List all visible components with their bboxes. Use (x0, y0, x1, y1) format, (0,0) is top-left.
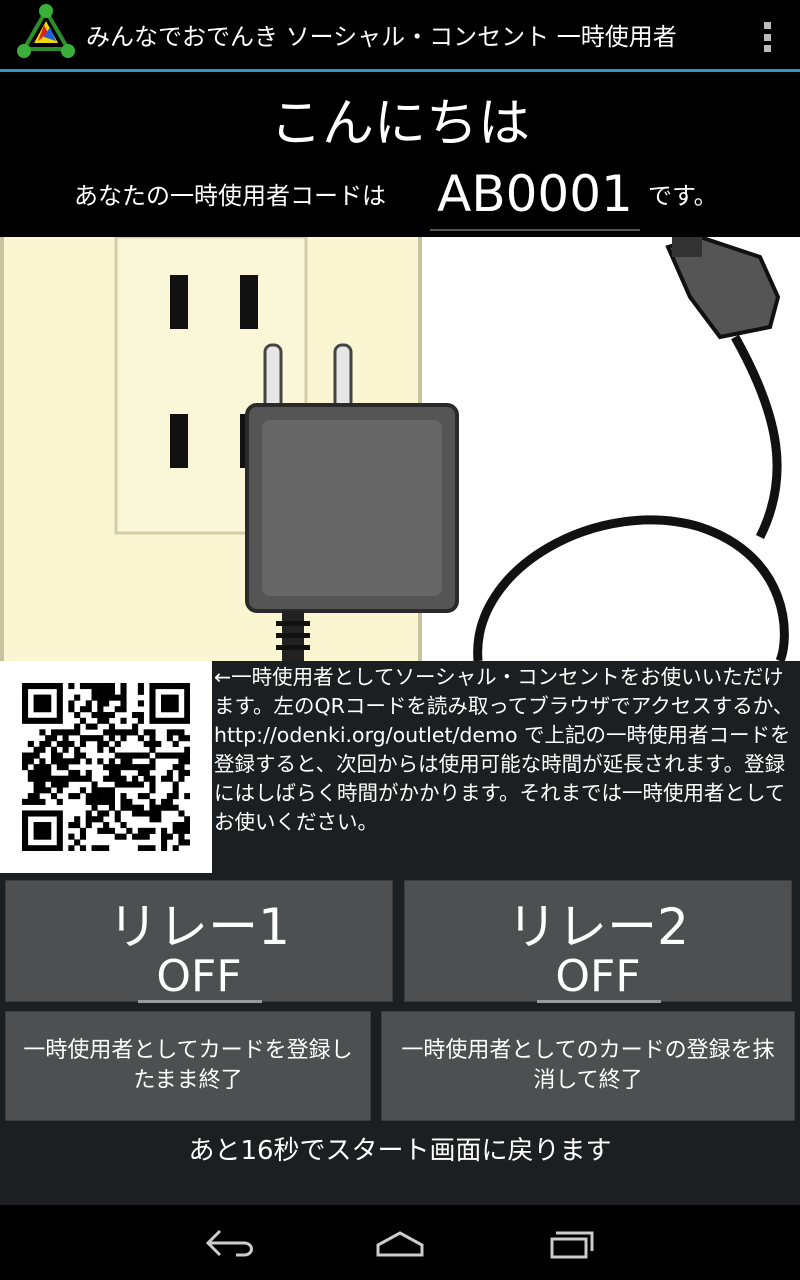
countdown-message: あと16秒でスタート画面に戻ります (188, 1136, 612, 1166)
navigation-bar (0, 1205, 800, 1280)
greeting-title: こんにちは (269, 94, 530, 154)
control-panel: リレー1 OFF リレー2 OFF 一時使用者としてカードを登録したまま終了 一… (0, 877, 800, 1205)
relay2-state: OFF (555, 951, 641, 1002)
relay2-toggle-button[interactable]: リレー2 OFF (404, 880, 792, 1003)
action-bar: みんなでおでんき ソーシャル・コンセント 一時使用者 (0, 0, 800, 72)
temporary-user-code: AB0001 (430, 161, 640, 231)
code-suffix-label: です。 (648, 182, 718, 210)
info-panel: ←一時使用者としてソーシャル・コンセントをお使いいただけます。左のQRコードを読… (0, 661, 800, 877)
code-prefix-label: あなたの一時使用者コードは (74, 182, 386, 210)
greeting-panel: こんにちは あなたの一時使用者コードは AB0001 です。 (0, 75, 800, 237)
overflow-menu-icon[interactable] (762, 22, 772, 52)
relay1-state-indicator (138, 1000, 262, 1003)
qr-code[interactable] (0, 661, 212, 873)
app-title: みんなでおでんき ソーシャル・コンセント 一時使用者 (86, 23, 677, 51)
home-icon[interactable] (370, 1223, 430, 1263)
relay2-label: リレー2 (507, 898, 689, 956)
registration-info-text: ←一時使用者としてソーシャル・コンセントをお使いいただけます。左のQRコードを読… (214, 665, 794, 834)
relay1-label: リレー1 (108, 898, 290, 956)
relay1-toggle-button[interactable]: リレー1 OFF (5, 880, 393, 1003)
odenki-logo-icon[interactable] (14, 3, 78, 67)
exit-keep-registration-button[interactable]: 一時使用者としてカードを登録したまま終了 (5, 1011, 371, 1121)
relay2-state-indicator (537, 1000, 661, 1003)
relay1-state: OFF (156, 951, 242, 1002)
exit-erase-registration-button[interactable]: 一時使用者としてのカードの登録を抹消して終了 (381, 1011, 795, 1121)
recents-icon[interactable] (540, 1223, 600, 1263)
outlet-illustration (0, 237, 800, 661)
back-icon[interactable] (200, 1223, 260, 1263)
